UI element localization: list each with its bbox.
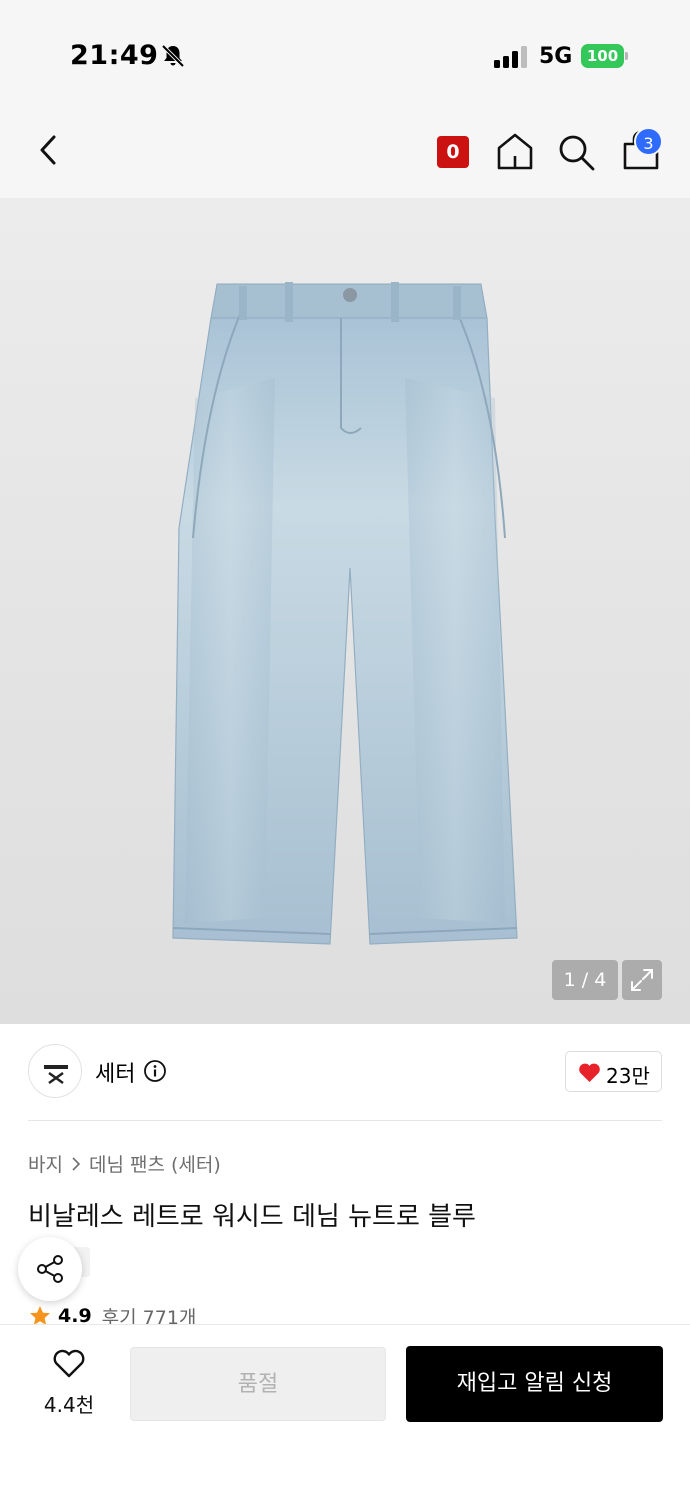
signal-icon <box>494 46 527 68</box>
brand-logo[interactable] <box>28 1044 82 1098</box>
product-image-gallery[interactable]: 1 / 4 <box>0 198 690 1024</box>
bell-off-icon <box>161 44 185 68</box>
search-icon[interactable] <box>556 132 596 172</box>
battery-level: 100 <box>581 44 624 68</box>
heart-filled-icon <box>579 1063 600 1083</box>
wishlist-button[interactable]: 4.4천 <box>30 1349 108 1419</box>
wishlist-count: 4.4천 <box>43 1393 95 1417</box>
network-label: 5G <box>539 44 573 69</box>
brand-like-button[interactable]: 23만 <box>565 1051 662 1092</box>
soldout-button: 품절 <box>130 1347 386 1421</box>
brand-name[interactable]: 세터 <box>95 1056 135 1088</box>
divider <box>28 1120 662 1121</box>
brand-like-count: 23만 <box>606 1064 650 1088</box>
chevron-right-icon <box>72 1156 81 1171</box>
info-icon[interactable] <box>143 1059 167 1083</box>
breadcrumb-subcategory[interactable]: 데님 팬츠 (세터) <box>89 1150 221 1177</box>
restock-alert-button[interactable]: 재입고 알림 신청 <box>406 1346 663 1422</box>
status-time: 21:49 <box>70 40 159 71</box>
back-button[interactable] <box>30 130 66 170</box>
image-counter: 1 / 4 <box>552 960 618 1000</box>
share-button[interactable] <box>18 1237 82 1301</box>
battery-tip <box>625 52 628 60</box>
expand-icon[interactable] <box>622 960 662 1000</box>
cart-count-badge: 3 <box>634 127 663 156</box>
home-icon[interactable] <box>495 130 535 172</box>
brand-logo-mark <box>44 1065 68 1085</box>
breadcrumb: 바지 데님 팬츠 (세터) <box>28 1150 221 1177</box>
breadcrumb-category[interactable]: 바지 <box>28 1150 63 1177</box>
status-bar: 21:49 5G 100 <box>0 0 690 100</box>
product-title: 비날레스 레트로 워시드 데님 뉴트로 블루 <box>28 1202 476 1232</box>
heart-outline-icon <box>53 1349 85 1378</box>
bottom-action-bar: 4.4천 품절 재입고 알림 신청 <box>0 1324 690 1500</box>
battery-icon: 100 <box>581 44 628 68</box>
points-badge-button[interactable]: 0 <box>437 136 469 168</box>
product-jeans-image <box>172 282 518 945</box>
share-icon <box>37 1255 63 1283</box>
